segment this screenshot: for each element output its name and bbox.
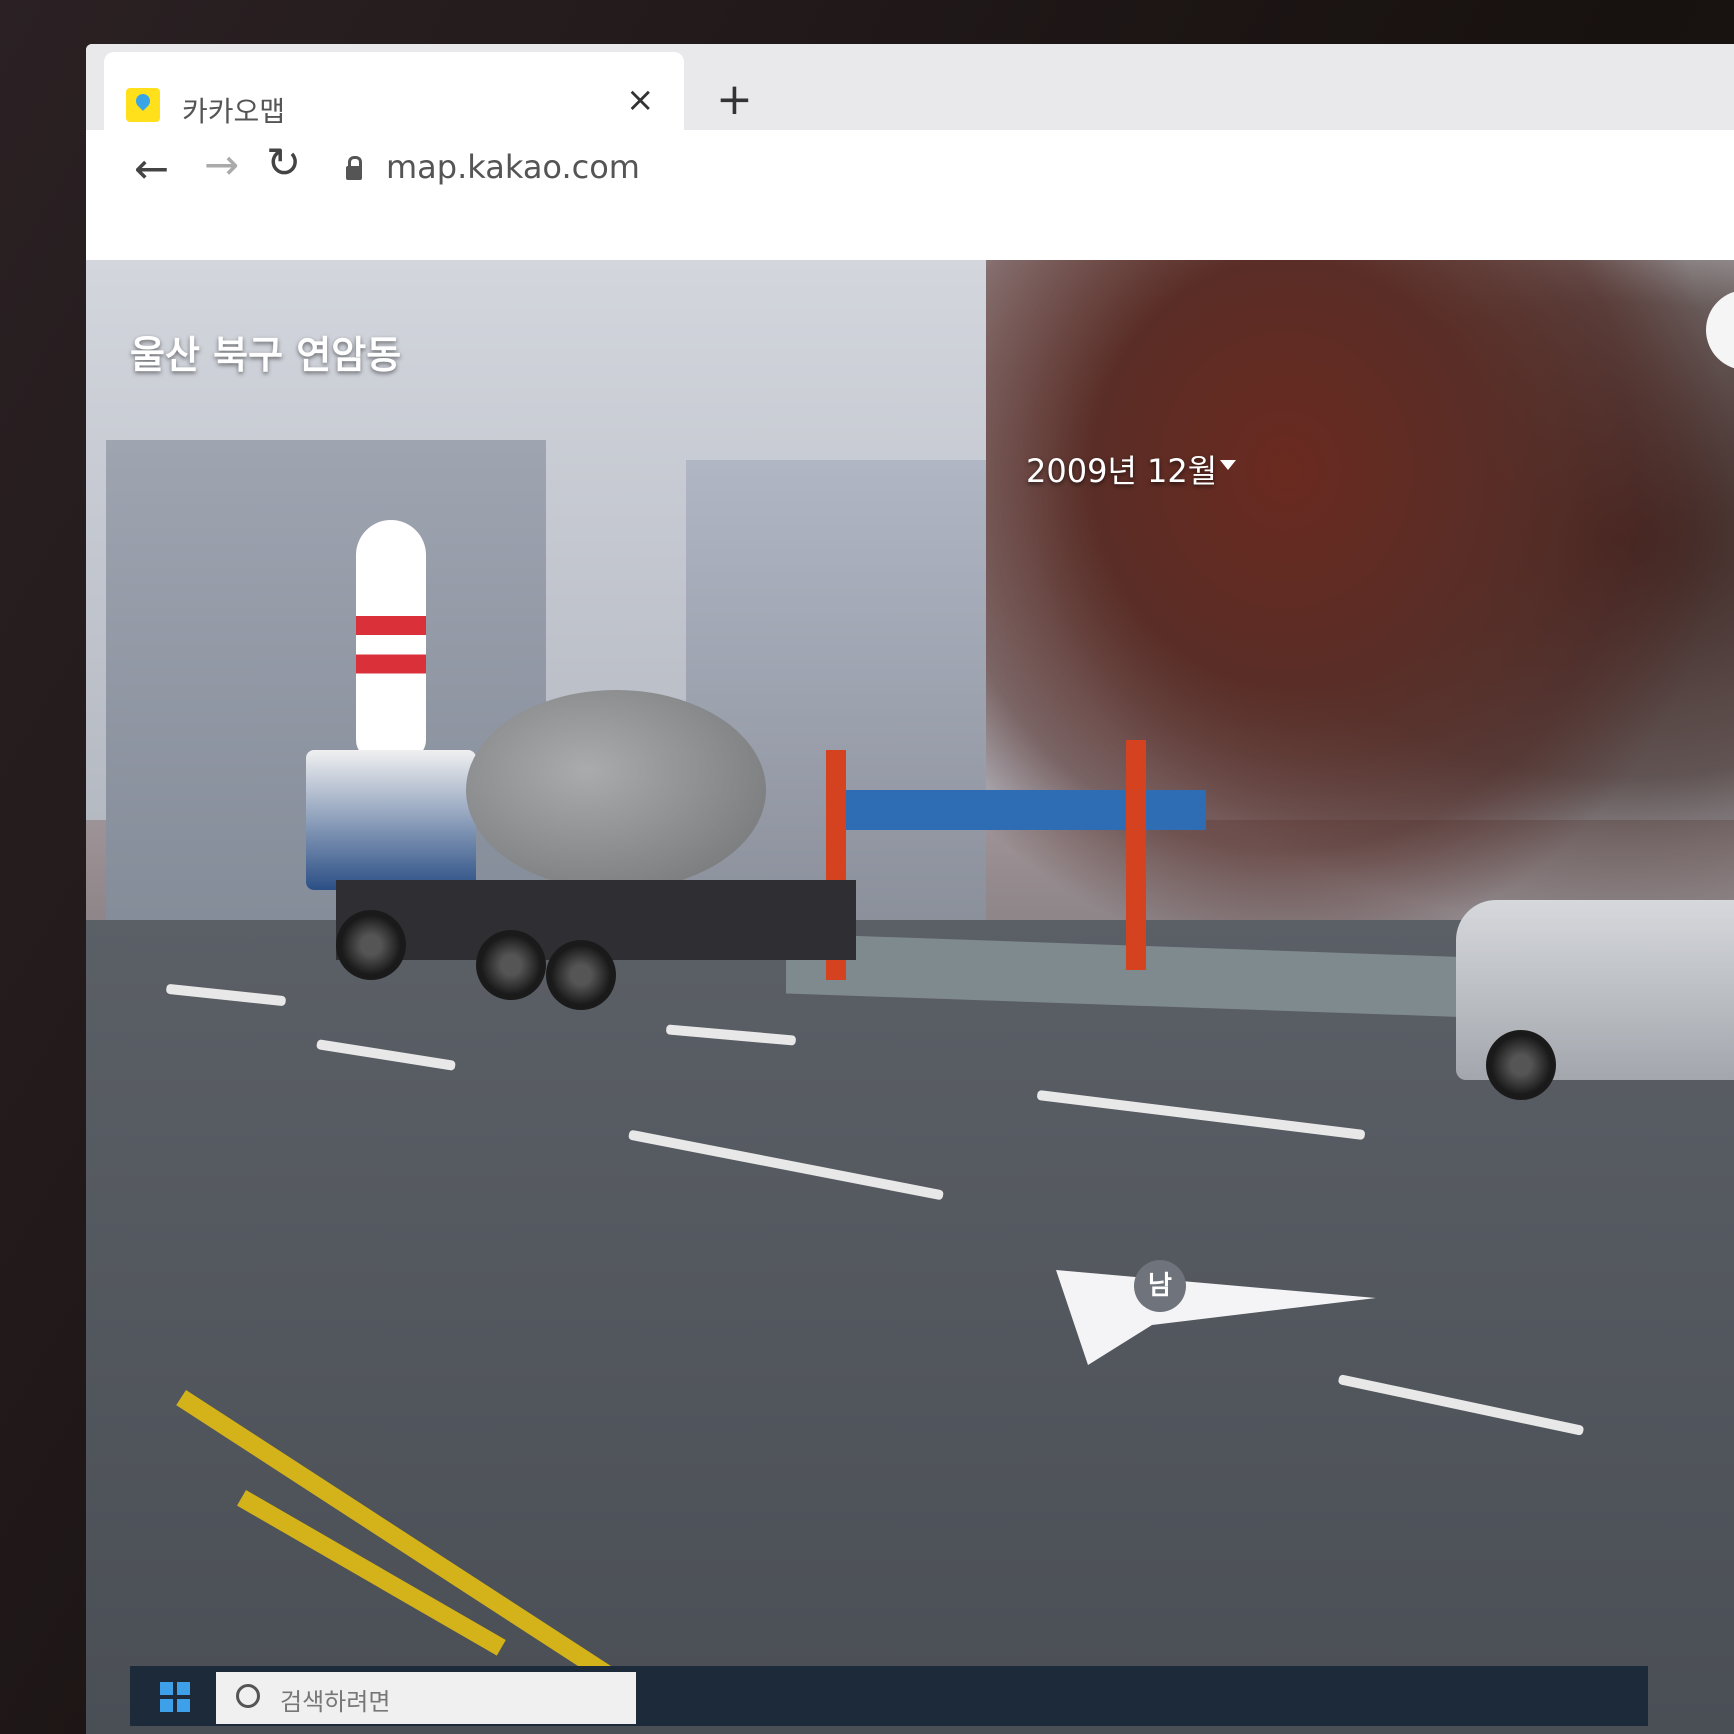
trees [986, 260, 1734, 960]
mixer-drum [466, 690, 766, 890]
tab-strip [86, 44, 1734, 130]
close-icon[interactable]: × [626, 80, 655, 120]
new-tab-button[interactable]: + [716, 74, 753, 125]
kakaomap-favicon-icon [126, 88, 160, 122]
back-button[interactable]: ← [134, 144, 169, 193]
date-selector[interactable]: 2009년 12월 [1026, 446, 1217, 492]
taskbar-search-input[interactable] [216, 1672, 636, 1724]
reload-button[interactable]: ↻ [266, 138, 301, 187]
car-wheel [1486, 1030, 1556, 1100]
browser-window: 울산 북구 연암동 2009년 12월 남 카카오맵 × + ← → ↻ map… [86, 44, 1734, 1734]
truck-wheel [546, 940, 616, 1010]
roadview-panorama[interactable]: 울산 북구 연암동 2009년 12월 남 [86, 260, 1734, 1734]
caret-down-icon[interactable] [1220, 460, 1236, 470]
taskbar-search-placeholder: 검색하려면 [280, 1688, 391, 1716]
bus-shelter [846, 790, 1206, 830]
windows-start-icon[interactable] [160, 1682, 190, 1712]
bowling-pin-sign [356, 520, 426, 760]
tab-title: 카카오맵 [182, 95, 286, 128]
truck-wheel [476, 930, 546, 1000]
truck-wheel [336, 910, 406, 980]
truck-cab [306, 750, 476, 890]
bus-stop-pole [1126, 740, 1146, 970]
lock-icon [346, 156, 362, 180]
forward-button[interactable]: → [204, 140, 239, 189]
address-bar[interactable]: map.kakao.com [386, 148, 640, 186]
address-toolbar [86, 130, 1734, 260]
compass-badge: 남 [1134, 1260, 1186, 1312]
search-icon [236, 1684, 260, 1708]
location-title: 울산 북구 연암동 [130, 333, 402, 377]
